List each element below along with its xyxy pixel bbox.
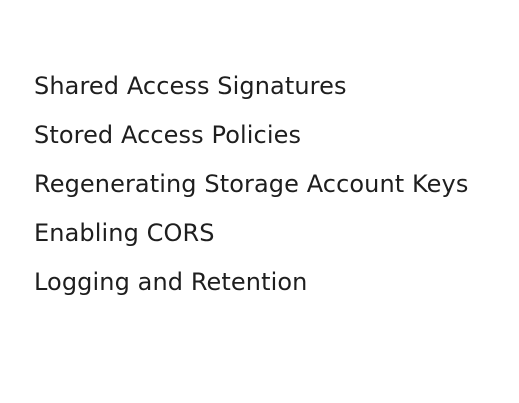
topic-item-enabling-cors: Enabling CORS <box>34 219 215 247</box>
topic-item-shared-access-signatures: Shared Access Signatures <box>34 72 347 100</box>
topic-list: Shared Access Signatures Stored Access P… <box>34 72 468 317</box>
topic-item-regenerating-storage-account-keys: Regenerating Storage Account Keys <box>34 170 469 198</box>
topic-item-stored-access-policies: Stored Access Policies <box>34 121 302 149</box>
topic-item-logging-and-retention: Logging and Retention <box>34 268 308 296</box>
